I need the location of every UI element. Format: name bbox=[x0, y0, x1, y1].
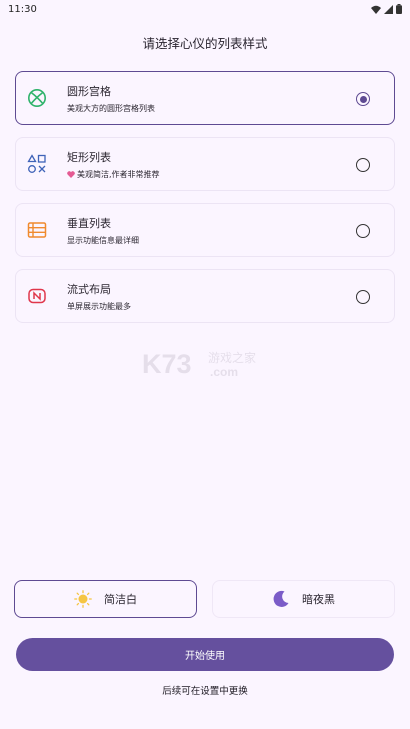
sun-icon bbox=[74, 590, 92, 608]
theme-light-label: 简洁白 bbox=[104, 593, 137, 606]
option-card-circle-grid[interactable]: 圆形宫格 美观大方的圆形宫格列表 bbox=[15, 71, 395, 125]
option-title: 垂直列表 bbox=[67, 216, 111, 230]
moon-icon bbox=[273, 590, 289, 607]
radio-circle-grid[interactable] bbox=[356, 92, 370, 106]
watermark-brand: K73 bbox=[142, 349, 192, 379]
start-button[interactable]: 开始使用 bbox=[16, 638, 394, 671]
signal-icon bbox=[384, 4, 393, 14]
theme-dark-label: 暗夜黑 bbox=[302, 593, 335, 606]
nintendo-icon bbox=[26, 285, 48, 307]
option-card-flow-layout[interactable]: 流式布局 单屏展示功能最多 bbox=[15, 269, 395, 323]
option-subtitle: 美观简洁,作者非常推荐 bbox=[77, 169, 160, 179]
radio-vertical-list[interactable] bbox=[356, 224, 370, 238]
option-card-rect-list[interactable]: 矩形列表 美观简洁,作者非常推荐 bbox=[15, 137, 395, 191]
page-title: 请选择心仪的列表样式 bbox=[142, 36, 268, 51]
footer-note: 后续可在设置中更换 bbox=[162, 686, 248, 697]
radio-rect-list[interactable] bbox=[356, 158, 370, 172]
option-title: 矩形列表 bbox=[67, 150, 111, 164]
wifi-icon bbox=[371, 5, 381, 14]
theme-dark-button[interactable]: 暗夜黑 bbox=[212, 580, 395, 618]
status-icons bbox=[371, 4, 402, 14]
option-title: 圆形宫格 bbox=[67, 84, 111, 98]
xbox-icon bbox=[26, 87, 48, 109]
option-subtitle: 单屏展示功能最多 bbox=[67, 301, 131, 311]
status-bar: 11:30 bbox=[0, 0, 410, 18]
heart-icon bbox=[67, 170, 75, 178]
list-icon bbox=[26, 219, 48, 241]
option-card-vertical-list[interactable]: 垂直列表 显示功能信息最详细 bbox=[15, 203, 395, 257]
radio-flow-layout[interactable] bbox=[356, 290, 370, 304]
option-subtitle: 美观大方的圆形宫格列表 bbox=[67, 103, 155, 113]
status-time: 11:30 bbox=[8, 3, 37, 15]
watermark-domain: .com bbox=[210, 365, 238, 379]
battery-icon bbox=[396, 4, 402, 14]
theme-light-button[interactable]: 简洁白 bbox=[14, 580, 197, 618]
option-subtitle: 显示功能信息最详细 bbox=[67, 235, 139, 245]
option-title: 流式布局 bbox=[67, 282, 111, 296]
watermark-text: 游戏之家 bbox=[208, 350, 256, 365]
playstation-icon bbox=[26, 153, 48, 175]
watermark-logo: K73 游戏之家 .com bbox=[140, 348, 270, 380]
option-subtitle-row: 美观简洁,作者非常推荐 bbox=[67, 169, 160, 180]
